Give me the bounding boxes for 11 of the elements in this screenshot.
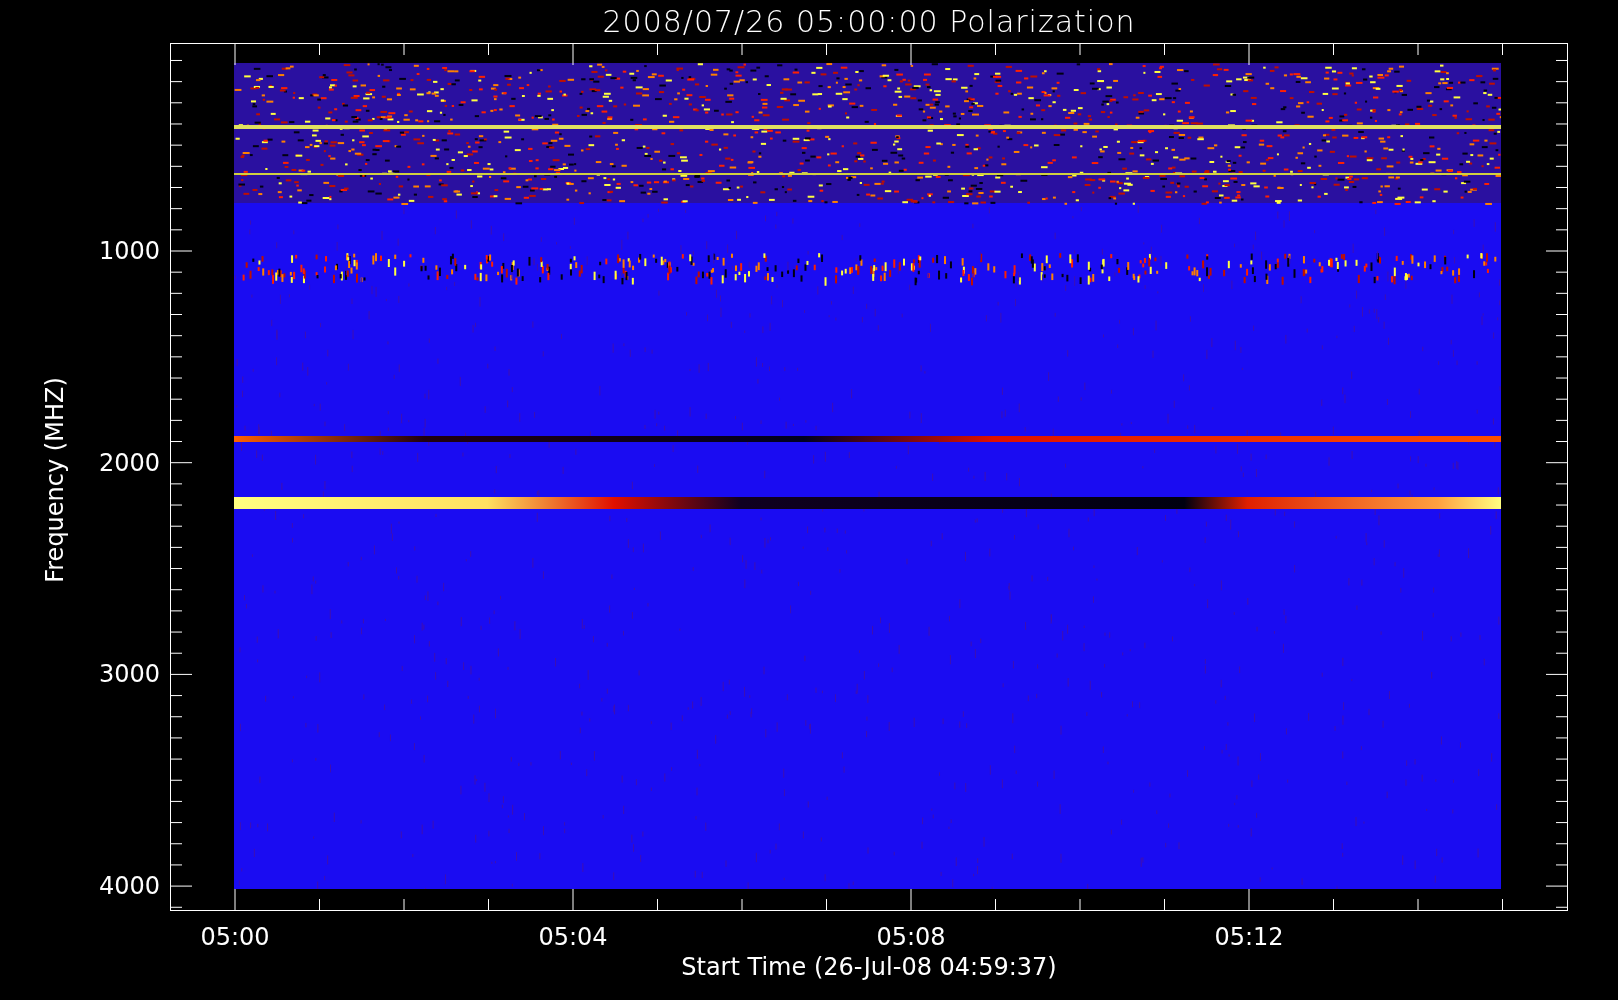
y-tick-label: 2000 <box>98 448 160 477</box>
chart-title: 2008/07/26 05:00:00 Polarization <box>602 4 1136 39</box>
y-tick-label: 3000 <box>98 660 160 689</box>
x-tick-label: 05:04 <box>538 923 608 951</box>
y-axis-label: Frequency (MHZ) <box>41 377 69 583</box>
y-tick-label: 4000 <box>98 872 160 901</box>
x-tick-label: 05:00 <box>200 923 270 951</box>
x-tick-label: 05:08 <box>876 923 946 951</box>
x-axis-label: Start Time (26-Jul-08 04:59:37) <box>681 953 1057 981</box>
y-tick-label: 1000 <box>98 237 160 265</box>
x-tick-label: 05:12 <box>1214 923 1284 951</box>
